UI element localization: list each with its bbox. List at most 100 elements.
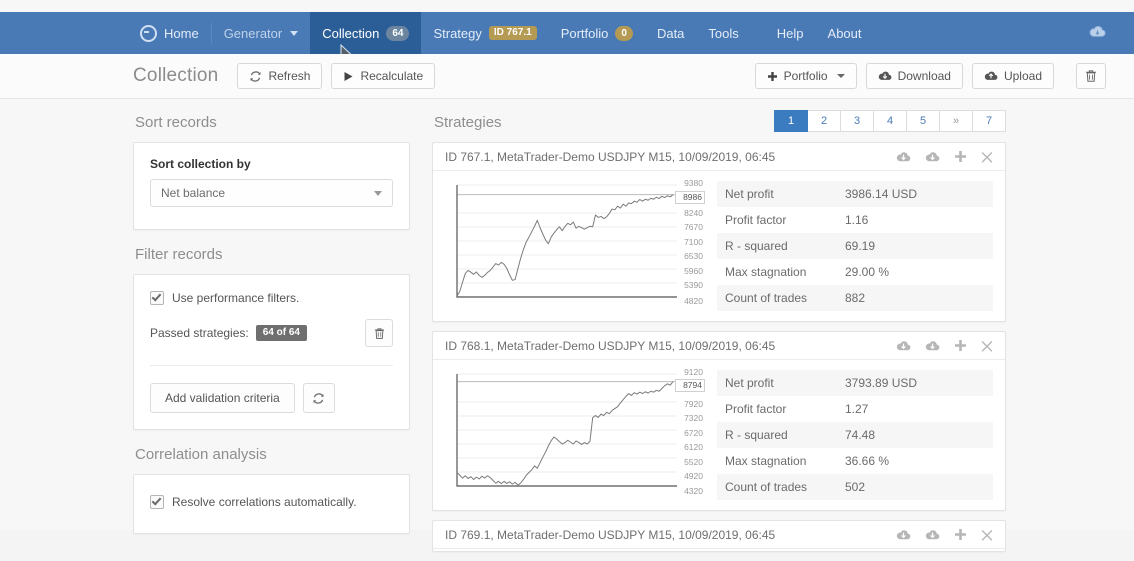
strategy-card-title: ID 768.1, MetaTrader-Demo USDJPY M15, 10… <box>445 338 776 353</box>
nav-item-home[interactable]: Home <box>128 12 211 54</box>
stat-row: Net profit 3793.89 USD <box>717 370 993 396</box>
stat-key: R - squared <box>725 428 788 442</box>
y-tick-label: 9380 <box>684 178 703 188</box>
portfolio-label: Portfolio <box>783 69 828 83</box>
sort-collection-by-label: Sort collection by <box>150 157 251 171</box>
plus-icon[interactable] <box>954 150 967 163</box>
page-button-3[interactable]: 3 <box>841 110 874 132</box>
y-tick-label: 4320 <box>684 486 703 496</box>
page-button-next[interactable]: » <box>940 110 973 132</box>
nav-item-portfolio[interactable]: Portfolio 0 <box>549 12 645 54</box>
cloud-download-icon[interactable] <box>896 529 911 541</box>
trash-icon <box>1086 70 1096 82</box>
stat-row: Profit factor 1.16 <box>717 207 993 233</box>
use-performance-filters-label: Use performance filters. <box>172 291 300 305</box>
nav-item-about[interactable]: About <box>816 12 874 54</box>
strategy-stats-table: Net profit 3793.89 USD Profit factor 1.2… <box>717 370 993 500</box>
use-performance-filters-checkbox[interactable] <box>150 291 164 305</box>
strategy-card: ID 768.1, MetaTrader-Demo USDJPY M15, 10… <box>432 331 1006 511</box>
equity-chart-svg <box>456 184 677 298</box>
recalculate-button[interactable]: Recalculate <box>331 63 436 89</box>
cloud-download-icon[interactable] <box>896 340 911 352</box>
strategies-header: Strategies 1 2 3 4 5 » 7 <box>432 98 1006 142</box>
add-validation-criteria-label: Add validation criteria <box>165 391 280 405</box>
y-axis-highlight-value: 8986 <box>675 191 705 204</box>
portfolio-count-badge: 0 <box>615 25 633 41</box>
nav-item-collection[interactable]: Collection 64 <box>310 12 422 54</box>
cloud-download-icon[interactable] <box>896 151 911 163</box>
page-content: Sort records Sort collection by Net bala… <box>0 98 1134 552</box>
y-tick-label: 7100 <box>684 237 703 247</box>
stat-value: 3986.14 USD <box>845 187 918 201</box>
y-tick-label: 8240 <box>684 208 703 218</box>
refresh-button[interactable]: Refresh <box>237 63 323 89</box>
nav-item-label-generator: Generator <box>223 25 283 41</box>
chevron-down-icon <box>836 74 845 78</box>
sort-collection-selected-value: Net balance <box>161 186 226 200</box>
portfolio-dropdown-button[interactable]: Portfolio <box>754 63 857 89</box>
nav-item-help[interactable]: Help <box>765 12 816 54</box>
plus-icon[interactable] <box>954 339 967 352</box>
cloud-download-icon <box>878 71 891 80</box>
y-tick-label: 7320 <box>684 413 703 423</box>
nav-item-generator[interactable]: Generator <box>212 12 311 54</box>
page-button-4[interactable]: 4 <box>874 110 907 132</box>
add-validation-criteria-button[interactable]: Add validation criteria <box>150 383 295 413</box>
refresh-icon <box>250 70 261 82</box>
chevron-down-icon <box>290 30 299 36</box>
refresh-filters-button[interactable] <box>302 383 335 413</box>
page-subheader: Collection Refresh Recalculate Portfolio… <box>0 54 1134 99</box>
stat-value: 882 <box>845 291 866 305</box>
nav-item-tools[interactable]: Tools <box>696 12 750 54</box>
y-tick-label: 6530 <box>684 251 703 261</box>
nav-item-strategy[interactable]: Strategy ID 767.1 <box>421 12 548 54</box>
nav-item-label-collection: Collection <box>322 25 380 41</box>
stat-key: Profit factor <box>725 402 787 416</box>
filter-actions: Add validation criteria <box>150 383 393 413</box>
sort-collection-select[interactable]: Net balance <box>150 179 393 207</box>
download-button[interactable]: Download <box>865 63 963 89</box>
stat-key: Count of trades <box>725 291 808 305</box>
close-icon[interactable] <box>981 340 993 352</box>
page-button-last[interactable]: 7 <box>973 110 1006 132</box>
stat-key: Profit factor <box>725 213 787 227</box>
cloud-download-alt-icon[interactable] <box>925 529 940 541</box>
close-icon[interactable] <box>981 151 993 163</box>
delete-collection-button[interactable] <box>1076 63 1106 89</box>
nav-item-label-help: Help <box>776 25 804 41</box>
filter-records-title: Filter records <box>135 246 223 263</box>
use-performance-filters-row[interactable]: Use performance filters. <box>150 291 393 305</box>
close-icon[interactable] <box>981 529 993 541</box>
y-tick-label: 5390 <box>684 280 703 290</box>
stat-row: Profit factor 1.27 <box>717 396 993 422</box>
stat-key: Max stagnation <box>725 454 807 468</box>
subheader-actions-left: Refresh Recalculate <box>228 63 436 89</box>
stat-key: Count of trades <box>725 480 808 494</box>
stat-row: R - squared 69.19 <box>717 233 993 259</box>
stat-row: Net profit 3986.14 USD <box>717 181 993 207</box>
y-tick-label: 6120 <box>684 442 703 452</box>
stat-value: 3793.89 USD <box>845 376 918 390</box>
page-button-5[interactable]: 5 <box>907 110 940 132</box>
cloud-download-alt-icon[interactable] <box>925 340 940 352</box>
nav-item-data[interactable]: Data <box>645 12 696 54</box>
recalculate-label: Recalculate <box>360 69 424 83</box>
y-tick-label: 7670 <box>684 222 703 232</box>
resolve-correlations-checkbox[interactable] <box>150 495 164 509</box>
page-button-1[interactable]: 1 <box>774 110 808 132</box>
strategy-card-title: ID 767.1, MetaTrader-Demo USDJPY M15, 10… <box>445 149 776 164</box>
cloud-download-alt-icon[interactable] <box>925 151 940 163</box>
y-axis-highlight-value: 8794 <box>675 379 705 392</box>
page-button-2[interactable]: 2 <box>808 110 841 132</box>
cloud-icon[interactable] <box>1089 25 1106 41</box>
stat-row: Count of trades 882 <box>717 285 993 311</box>
stat-value: 69.19 <box>845 239 876 253</box>
clear-filters-button[interactable] <box>365 319 393 347</box>
stat-key: R - squared <box>725 239 788 253</box>
y-tick-label: 4820 <box>684 296 703 306</box>
correlation-analysis-panel: Resolve correlations automatically. <box>133 474 410 534</box>
nav-item-label-portfolio: Portfolio <box>560 25 609 41</box>
stat-value: 29.00 % <box>845 265 890 279</box>
upload-button[interactable]: Upload <box>971 63 1054 89</box>
resolve-correlations-row[interactable]: Resolve correlations automatically. <box>150 495 393 509</box>
